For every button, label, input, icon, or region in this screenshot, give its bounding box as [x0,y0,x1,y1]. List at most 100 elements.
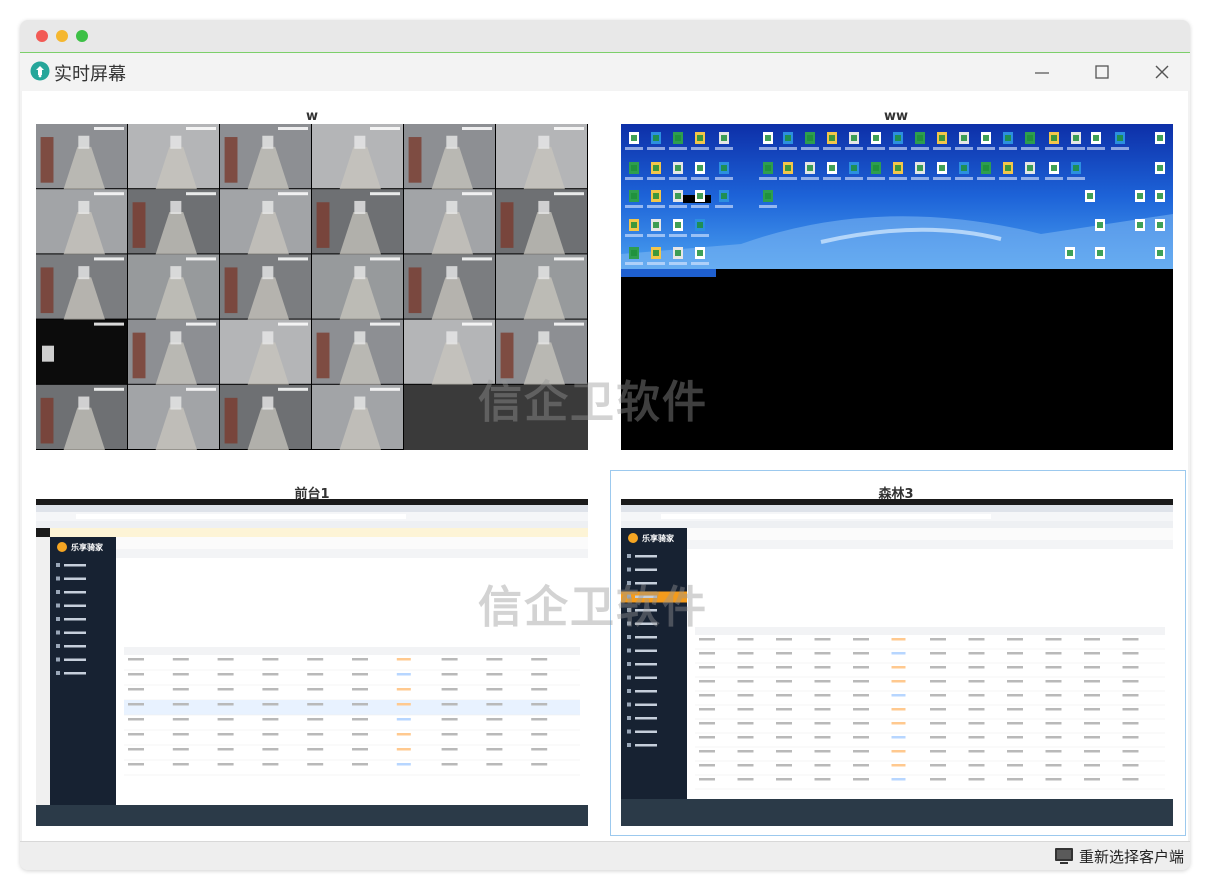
sidebar-item-label [64,618,86,621]
sidebar-item-label [635,663,657,666]
camera-tile [312,254,403,320]
sidebar-item-label [635,717,657,720]
sidebar-item-icon [56,657,60,662]
window-title: 实时屏幕 [54,64,126,85]
maximize-button[interactable] [1084,57,1120,87]
screen-thumbnail-4[interactable]: 乐享骑家 [621,499,1173,826]
bottom-bar: 重新选择客户端 [20,841,1190,870]
camera-tile [496,124,587,190]
os-taskbar [621,799,1173,826]
desktop-view [621,124,1173,450]
sidebar-item-label [64,604,86,607]
sidebar-item-icon [56,563,60,567]
sidebar-item-icon [56,576,60,581]
minimize-traffic-light[interactable] [56,30,68,42]
app-logo-icon [30,61,50,81]
sidebar-item-label [64,672,86,675]
desktop-file-icon [1155,247,1165,259]
camera-tile [220,189,311,255]
page-tabs [687,540,1173,549]
desktop-file-icon [1095,247,1105,259]
sidebar-item-label [635,595,657,598]
screen-thumbnail-3[interactable]: 乐享骑家 [36,499,588,826]
page-tabs [116,549,588,558]
main-panel [687,528,1173,799]
desktop-file-icon [1155,132,1165,144]
minimize-icon [1035,72,1049,74]
sidebar-item-icon [56,603,60,608]
screen-thumbnail-2[interactable] [621,124,1173,450]
camera-tile [312,124,403,190]
admin-browser-view-2: 乐享骑家 [621,499,1173,826]
camera-tile [36,124,127,190]
cctv-grid-view [36,124,588,450]
table-header [695,627,1165,635]
camera-tile [404,319,495,385]
browser-tabs [621,505,1173,512]
camera-tile [496,319,587,385]
zoom-traffic-light[interactable] [76,30,88,42]
camera-tile [220,124,311,190]
camera-tile [128,254,219,320]
top-nav [116,537,588,549]
sidebar-item-icon [627,621,631,626]
table-header [124,647,580,655]
close-button[interactable] [1144,57,1180,87]
sidebar-item-icon [56,617,60,621]
screens-area: w ww 前台1 乐享骑家 森林3 乐享骑家 信企卫软件 信企卫软件 [22,91,1188,841]
sidebar-item-icon [627,702,631,707]
sidebar-item-label [635,690,657,693]
empty-tile [404,384,496,450]
app-window: 实时屏幕 w ww 前台1 乐享骑家 森林3 乐享骑家 信企卫软件 信企卫软件 … [20,20,1190,870]
table-row-highlight [124,700,580,715]
sidebar-item-icon [627,689,631,693]
camera-tile [496,189,587,255]
close-traffic-light[interactable] [36,30,48,42]
sidebar-item-label [635,568,657,571]
sidebar-item-label [635,622,657,625]
reselect-client-button[interactable]: 重新选择客户端 [1054,846,1184,866]
sidebar-item-label [64,631,86,634]
sidebar-item-icon [627,594,631,599]
browser-tabs [36,505,588,512]
sidebar-item-icon [627,554,631,558]
sidebar-item-label [64,564,86,567]
admin-logo: 乐享骑家 [57,542,104,552]
monitor-icon [1054,848,1073,864]
camera-tile [312,189,403,255]
sidebar-item-icon [627,635,631,639]
sidebar-item-icon [56,644,60,648]
sidebar-item-label [64,658,86,661]
sidebar-item-label [635,744,657,747]
desktop-file-icon [1095,219,1105,231]
camera-tile [36,384,127,450]
top-nav [687,528,1173,540]
sidebar-item-icon [627,567,631,572]
sidebar-item-label [64,591,86,594]
desktop-file-icon [1065,247,1075,259]
camera-tile [220,254,311,320]
sidebar-item-icon [627,581,631,585]
camera-tile [404,254,495,320]
sidebar-item-icon [627,729,631,734]
camera-tile [128,124,219,190]
camera-tile [220,384,311,450]
camera-tile [36,319,127,384]
desktop-file-icon [1085,190,1095,202]
mac-titlebar [20,20,1190,53]
minimize-button[interactable] [1024,57,1060,87]
notice-bar [50,528,588,537]
camera-tile [404,124,495,190]
desktop-file-icon [1135,219,1145,231]
screen-thumbnail-1[interactable] [36,124,588,450]
sidebar-item-icon [627,648,631,653]
sidebar-item-label [635,703,657,706]
close-icon [1155,65,1169,79]
sidebar-item-icon [56,590,60,594]
desktop-file-icon [1155,162,1165,174]
sidebar-item-icon [627,608,631,612]
camera-tile [36,254,127,320]
camera-tile [36,189,127,255]
camera-tile [128,189,219,255]
camera-tile [404,189,495,255]
